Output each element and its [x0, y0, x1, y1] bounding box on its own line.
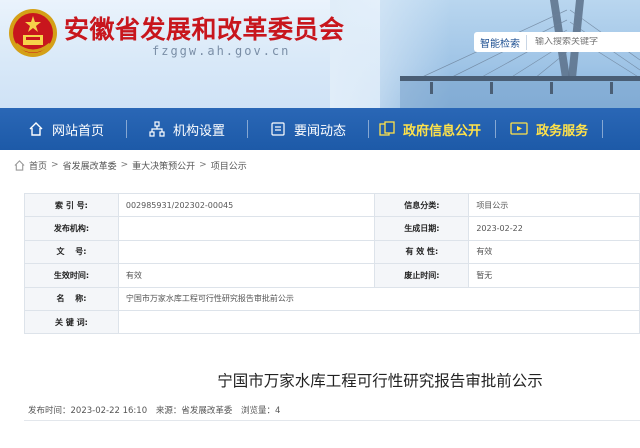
breadcrumb-item-decisions[interactable]: 重大决策预公开 [132, 159, 195, 172]
nav-item-home[interactable]: 网站首页 [0, 108, 104, 150]
home-icon [29, 122, 43, 136]
advanced-search-link[interactable]: 智能检索 [474, 34, 527, 50]
publisher-label: 发布机构: [24, 216, 119, 241]
breadcrumb-item-home[interactable]: 首页 [29, 159, 47, 172]
main-nav: 网站首页 机构设置 要闻动态 政府信息公开 政务服务 [0, 108, 640, 150]
effective-time-label: 生效时间: [24, 263, 119, 288]
nav-item-news[interactable]: 要闻动态 [248, 108, 346, 150]
table-row: 生效时间: 有效 废止时间: 暂无 [24, 263, 640, 288]
org-chart-icon [149, 121, 165, 137]
keywords-value [117, 309, 640, 335]
home-icon [14, 159, 25, 171]
table-row: 名 称: 宁国市万家水库工程可行性研究报告审批前公示 [24, 286, 640, 311]
nav-item-info-disclosure[interactable]: 政府信息公开 [369, 108, 481, 150]
nav-divider [602, 120, 604, 138]
created-date-label: 生成日期: [374, 216, 470, 241]
view-count: 浏览量：4 [241, 406, 281, 416]
created-date-value: 2023-02-22 [468, 216, 640, 241]
breadcrumb-item-project[interactable]: 项目公示 [211, 159, 247, 172]
nav-item-label: 政务服务 [536, 123, 589, 139]
breadcrumb-item-ndrc[interactable]: 省发展改革委 [63, 159, 117, 172]
validity-label: 有 效 性: [374, 239, 470, 265]
name-value: 宁国市万家水库工程可行性研究报告审批前公示 [117, 286, 640, 311]
breadcrumb-separator: > [199, 160, 207, 170]
nav-item-label: 要闻动态 [294, 123, 347, 139]
bridge-illustration [400, 0, 640, 108]
nav-item-label: 机构设置 [173, 123, 226, 139]
category-label: 信息分类: [374, 192, 470, 218]
info-disclosure-icon [379, 121, 395, 136]
article-meta: 发布时间：2023-02-22 16:10 来源：省发展改革委 浏览量：4 [28, 404, 286, 416]
publisher-value [117, 216, 376, 241]
site-domain: fzggw.ah.gov.cn [152, 44, 291, 58]
publish-time: 发布时间：2023-02-22 16:10 [28, 406, 148, 416]
index-number-label: 索 引 号: [24, 192, 119, 218]
effective-time-value: 有效 [117, 263, 376, 288]
news-icon [271, 122, 285, 136]
name-label: 名 称: [24, 286, 119, 311]
index-number-value: 002985931/202302-00045 [117, 192, 376, 218]
validity-value: 有效 [468, 239, 640, 265]
search-input[interactable] [527, 37, 627, 47]
expiry-time-value: 暂无 [468, 263, 640, 288]
national-emblem-icon [9, 9, 57, 57]
nav-item-organization[interactable]: 机构设置 [127, 108, 225, 150]
breadcrumb-separator: > [51, 160, 59, 170]
header-banner: 安徽省发展和改革委员会 fzggw.ah.gov.cn 智能检索 [0, 0, 640, 108]
doc-number-label: 文 号: [24, 239, 119, 265]
table-row: 关 键 词: [24, 309, 640, 335]
divider [24, 420, 640, 421]
site-title: 安徽省发展和改革委员会 [64, 15, 345, 44]
table-row: 索 引 号: 002985931/202302-00045 信息分类: 项目公示 [24, 192, 640, 218]
expiry-time-label: 废止时间: [374, 263, 470, 288]
nav-item-label: 网站首页 [52, 123, 105, 139]
nav-item-services[interactable]: 政务服务 [496, 108, 588, 150]
category-value: 项目公示 [468, 192, 640, 218]
nav-item-label: 政府信息公开 [403, 123, 482, 139]
breadcrumb-separator: > [120, 160, 129, 170]
table-row: 文 号: 有 效 性: 有效 [24, 239, 640, 265]
service-icon [510, 122, 528, 135]
keywords-label: 关 键 词: [24, 309, 119, 335]
doc-number-value [117, 239, 376, 265]
article-title: 宁国市万家水库工程可行性研究报告审批前公示 [217, 372, 543, 390]
document-info-table: 索 引 号: 002985931/202302-00045 信息分类: 项目公示… [24, 192, 640, 335]
search-bar: 智能检索 [474, 32, 640, 52]
breadcrumb: 首页 > 省发展改革委 > 重大决策预公开 > 项目公示 [14, 158, 247, 172]
article-source: 来源：省发展改革委 [155, 406, 233, 416]
table-row: 发布机构: 生成日期: 2023-02-22 [24, 216, 640, 241]
